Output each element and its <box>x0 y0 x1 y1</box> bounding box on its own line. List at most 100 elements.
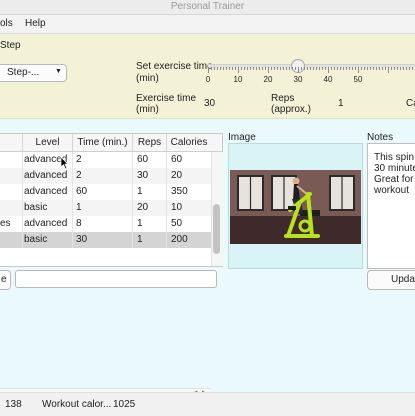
slider-tick <box>280 67 281 70</box>
status-bar: 138 Workout calor... 1025 <box>0 392 415 416</box>
cell-reps: 1 <box>137 218 143 229</box>
slider-tick <box>391 67 392 70</box>
exercise-time-value: 30 <box>204 98 216 109</box>
slider-tick-label: 10 <box>233 75 243 84</box>
slider-tick <box>361 67 362 70</box>
slider-tick <box>412 67 413 70</box>
column-header-calories[interactable]: Calories <box>167 134 212 152</box>
slider-tick <box>376 67 377 70</box>
cell-reps: 30 <box>137 170 149 181</box>
update-button-label: Upda <box>391 274 415 285</box>
step-dropdown[interactable]: Step-... ▼ <box>0 64 67 82</box>
slider-tick <box>253 67 254 70</box>
exercise-bike-photo <box>230 170 361 244</box>
slider-tick <box>334 67 335 70</box>
slider-tick-label: 0 <box>205 75 211 84</box>
slider-tick <box>313 67 314 70</box>
slider-tick <box>364 67 365 70</box>
slider-tick <box>277 67 278 70</box>
slider-tick <box>328 67 329 73</box>
slider-tick <box>247 67 248 70</box>
notes-text: This spin m 30 minute Great for c workou… <box>374 152 415 196</box>
search-button[interactable]: e <box>0 270 11 290</box>
vertical-scroll-thumb[interactable] <box>213 204 220 254</box>
cell-time: 2 <box>76 154 82 165</box>
column-header-time[interactable]: Time (min.) <box>73 134 133 152</box>
exercise-time-unit: (min) <box>136 104 159 115</box>
column-header-level[interactable]: Level <box>23 134 73 152</box>
slider-tick <box>340 67 341 70</box>
slider-tick <box>343 67 344 70</box>
column-divider <box>72 152 73 248</box>
step-dropdown-value: Step-... <box>7 67 40 78</box>
table-row[interactable]: advanced 60 1 350 <box>0 184 211 200</box>
slider-tick <box>322 67 323 70</box>
cell-reps: 60 <box>137 154 149 165</box>
slider-tick <box>325 67 326 70</box>
slider-tick <box>295 67 296 70</box>
image-panel <box>228 143 363 269</box>
slider-tick <box>271 67 272 70</box>
cell-calories: 200 <box>171 234 188 245</box>
menu-tools[interactable]: ols <box>0 18 13 29</box>
slider-tick <box>250 67 251 70</box>
slider-tick <box>292 67 293 70</box>
slider-tick <box>241 67 242 70</box>
cell-calories: 350 <box>171 186 188 197</box>
slider-tick <box>244 67 245 70</box>
exercise-time-slider[interactable] <box>208 64 415 68</box>
slider-tick <box>346 67 347 70</box>
slider-tick <box>382 67 383 70</box>
slider-tick <box>232 67 233 70</box>
cell-time: 30 <box>76 234 88 245</box>
menu-bar: ols Help <box>0 15 415 34</box>
slider-tick <box>259 67 260 70</box>
slider-tick <box>268 67 269 73</box>
cell-time: 8 <box>76 218 82 229</box>
slider-tick <box>373 67 374 70</box>
reps-label: Reps <box>271 93 295 104</box>
slider-tick <box>379 67 380 70</box>
cell-calories: 10 <box>171 202 183 213</box>
slider-tick <box>283 67 284 70</box>
column-header-reps[interactable]: Reps <box>133 134 167 152</box>
slider-tick <box>406 67 407 70</box>
slider-tick <box>400 67 401 70</box>
workout-calories-value: 1025 <box>113 399 136 410</box>
slider-tick <box>358 67 359 73</box>
table-row-selected[interactable]: basic 30 1 200 <box>0 232 211 248</box>
search-button-label: e <box>1 274 7 285</box>
cell-reps: 1 <box>137 234 143 245</box>
slider-tick <box>274 67 275 70</box>
cell-level: advanced <box>24 170 68 181</box>
update-button[interactable]: Upda <box>367 270 415 290</box>
table-row[interactable]: es advanced 8 1 50 <box>0 216 211 232</box>
exercise-table: Level Time (min.) Reps Calories advanced… <box>0 133 223 400</box>
table-row[interactable]: advanced 2 60 60 <box>0 152 211 168</box>
table-row[interactable]: advanced 2 30 20 <box>0 168 211 184</box>
cell-calories: 50 <box>171 218 183 229</box>
column-header-name[interactable] <box>0 134 23 152</box>
slider-tick <box>397 67 398 70</box>
menu-help[interactable]: Help <box>25 18 46 29</box>
slider-tick <box>319 67 320 70</box>
table-corner <box>211 134 222 152</box>
slider-tick-label: 30 <box>293 75 303 84</box>
cell-calories: 20 <box>171 170 183 181</box>
slider-tick <box>256 67 257 70</box>
cell-time: 60 <box>76 186 88 197</box>
cell-reps: 1 <box>137 186 143 197</box>
cell-level: advanced <box>24 186 68 197</box>
cell-name: es <box>0 218 11 229</box>
step-heading: Step <box>0 40 21 51</box>
notes-line: workout <box>374 185 410 196</box>
notes-textarea[interactable]: This spin m 30 minute Great for c workou… <box>367 143 415 269</box>
cell-time: 2 <box>76 170 82 181</box>
search-input[interactable] <box>15 270 217 288</box>
slider-tick <box>349 67 350 70</box>
set-time-label: Set exercise time <box>136 61 213 72</box>
notes-line: 30 minute <box>374 163 415 174</box>
slider-tick <box>409 67 410 70</box>
slider-tick <box>229 67 230 70</box>
table-row[interactable]: basic 1 20 10 <box>0 200 211 216</box>
